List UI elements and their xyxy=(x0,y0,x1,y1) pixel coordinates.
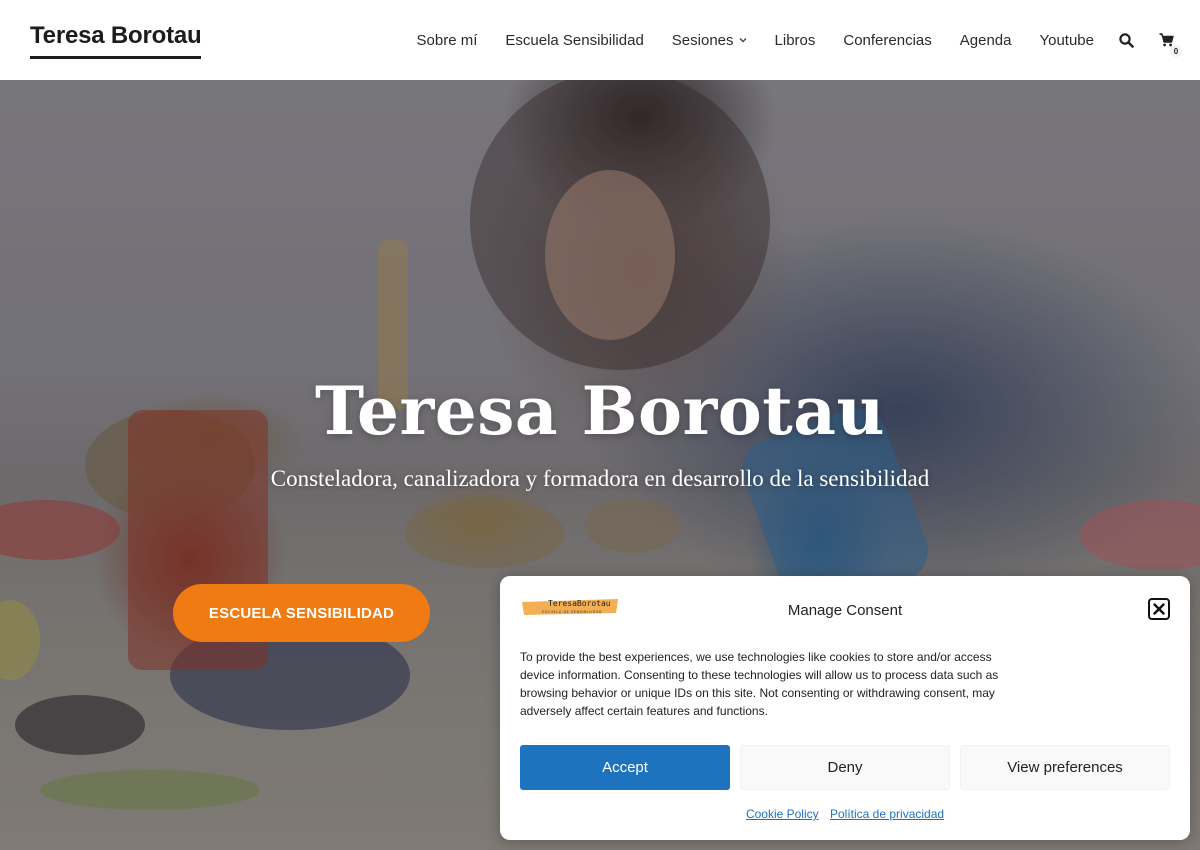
consent-links: Cookie Policy Política de privacidad xyxy=(500,807,1190,821)
nav-item-sobre-mi[interactable]: Sobre mí xyxy=(417,32,478,49)
nav-item-conferencias[interactable]: Conferencias xyxy=(843,32,931,49)
hero-subtitle: Consteladora, canalizadora y formadora e… xyxy=(270,466,930,491)
hero-title: Teresa Borotau xyxy=(314,372,886,450)
site-logo[interactable]: Teresa Borotau xyxy=(30,22,202,59)
hero-photo-bowl-center xyxy=(405,498,565,568)
nav-item-escuela-sensibilidad[interactable]: Escuela Sensibilidad xyxy=(505,32,643,49)
cart-icon[interactable]: 0 xyxy=(1158,32,1182,57)
close-icon[interactable] xyxy=(1148,598,1170,620)
chevron-down-icon xyxy=(739,35,747,45)
search-icon[interactable] xyxy=(1118,32,1134,48)
nav-item-youtube[interactable]: Youtube xyxy=(1039,32,1094,49)
hero-photo-rug-yellow xyxy=(0,600,40,680)
deny-button[interactable]: Deny xyxy=(740,745,950,790)
escuela-sensibilidad-button[interactable]: ESCUELA SENSIBILIDAD xyxy=(173,584,430,642)
hero-photo-person xyxy=(470,80,770,370)
nav-item-agenda[interactable]: Agenda xyxy=(960,32,1012,49)
hero-photo-bowl-small xyxy=(585,498,680,553)
consent-dialog: TeresaBorotau ESCUELA DE SENSIBILIDAD Ma… xyxy=(500,576,1190,840)
nav-item-sesiones[interactable]: Sesiones xyxy=(672,32,747,49)
hero-photo-rug-pink xyxy=(1080,500,1200,570)
main-nav: Sobre mí Escuela Sensibilidad Sesiones L… xyxy=(389,0,1182,80)
consent-title: Manage Consent xyxy=(787,602,903,619)
hero-photo-disc xyxy=(15,695,145,755)
cart-count-badge: 0 xyxy=(1170,45,1182,57)
hero-photo-face xyxy=(545,170,675,340)
privacy-policy-link[interactable]: Política de privacidad xyxy=(830,807,944,821)
nav-item-libros[interactable]: Libros xyxy=(775,32,816,49)
hero-photo-rug-green xyxy=(40,770,260,810)
hero-photo-rug-red xyxy=(0,500,120,560)
view-preferences-button[interactable]: View preferences xyxy=(960,745,1170,790)
nav-item-sesiones-label: Sesiones xyxy=(671,31,734,49)
consent-body-text: To provide the best experiences, we use … xyxy=(520,650,999,718)
accept-button[interactable]: Accept xyxy=(520,745,730,790)
site-header: Teresa Borotau Sobre mí Escuela Sensibil… xyxy=(0,0,1200,80)
cookie-policy-link[interactable]: Cookie Policy xyxy=(746,807,819,821)
